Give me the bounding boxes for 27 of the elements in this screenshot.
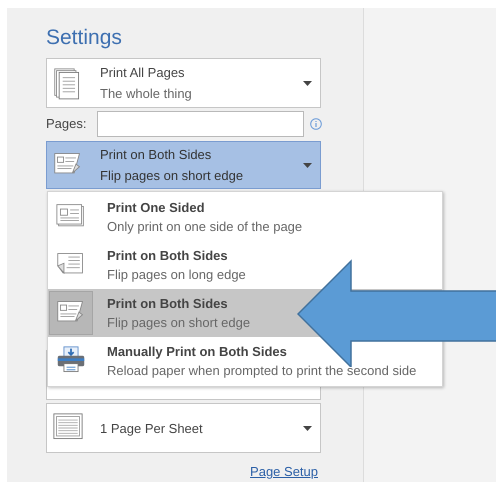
settings-heading: Settings <box>46 25 123 51</box>
menu-item[interactable]: Manually Print on Both Sides Reload paper when prompted to print the second side <box>48 337 442 385</box>
option-description: Flip pages on long edge <box>107 267 246 282</box>
duplex-dropdown[interactable]: Print on Both Sides Flip pages on short edge <box>46 141 321 189</box>
menu-item[interactable]: Print on Both Sides Flip pages on long edge <box>48 241 442 289</box>
pages-label: Pages: <box>46 115 88 134</box>
option-description: Flip pages on short edge <box>107 315 250 330</box>
page-setup-link[interactable]: Page Setup <box>250 464 318 479</box>
pages-per-sheet-dropdown[interactable]: 1 Page Per Sheet <box>46 403 321 453</box>
info-icon <box>310 118 322 130</box>
option-description: Only print on one side of the page <box>107 219 302 234</box>
option-title: 1 Page Per Sheet <box>100 420 204 436</box>
option-title: Print on Both Sides <box>107 296 229 311</box>
option-title: Print One Sided <box>107 200 206 215</box>
caret-icon <box>303 426 312 430</box>
caret-icon <box>303 80 312 86</box>
caret-icon <box>303 162 312 168</box>
option-title: Manually Print on Both Sides <box>107 344 288 359</box>
print-range-dropdown[interactable]: Print All Pages The whole thing <box>46 58 321 108</box>
pages-field[interactable] <box>97 111 304 137</box>
option-title: Print on Both Sides <box>100 147 212 162</box>
option-description: The whole thing <box>100 86 193 101</box>
option-description: Flip pages on short edge <box>100 168 244 183</box>
menu-item[interactable]: Print One Sided Only print on one side of the page <box>48 193 442 241</box>
option-title: Print All Pages <box>100 65 186 80</box>
option-title: Print on Both Sides <box>107 248 229 263</box>
option-description: Reload paper when prompted to print the second side <box>107 363 416 378</box>
